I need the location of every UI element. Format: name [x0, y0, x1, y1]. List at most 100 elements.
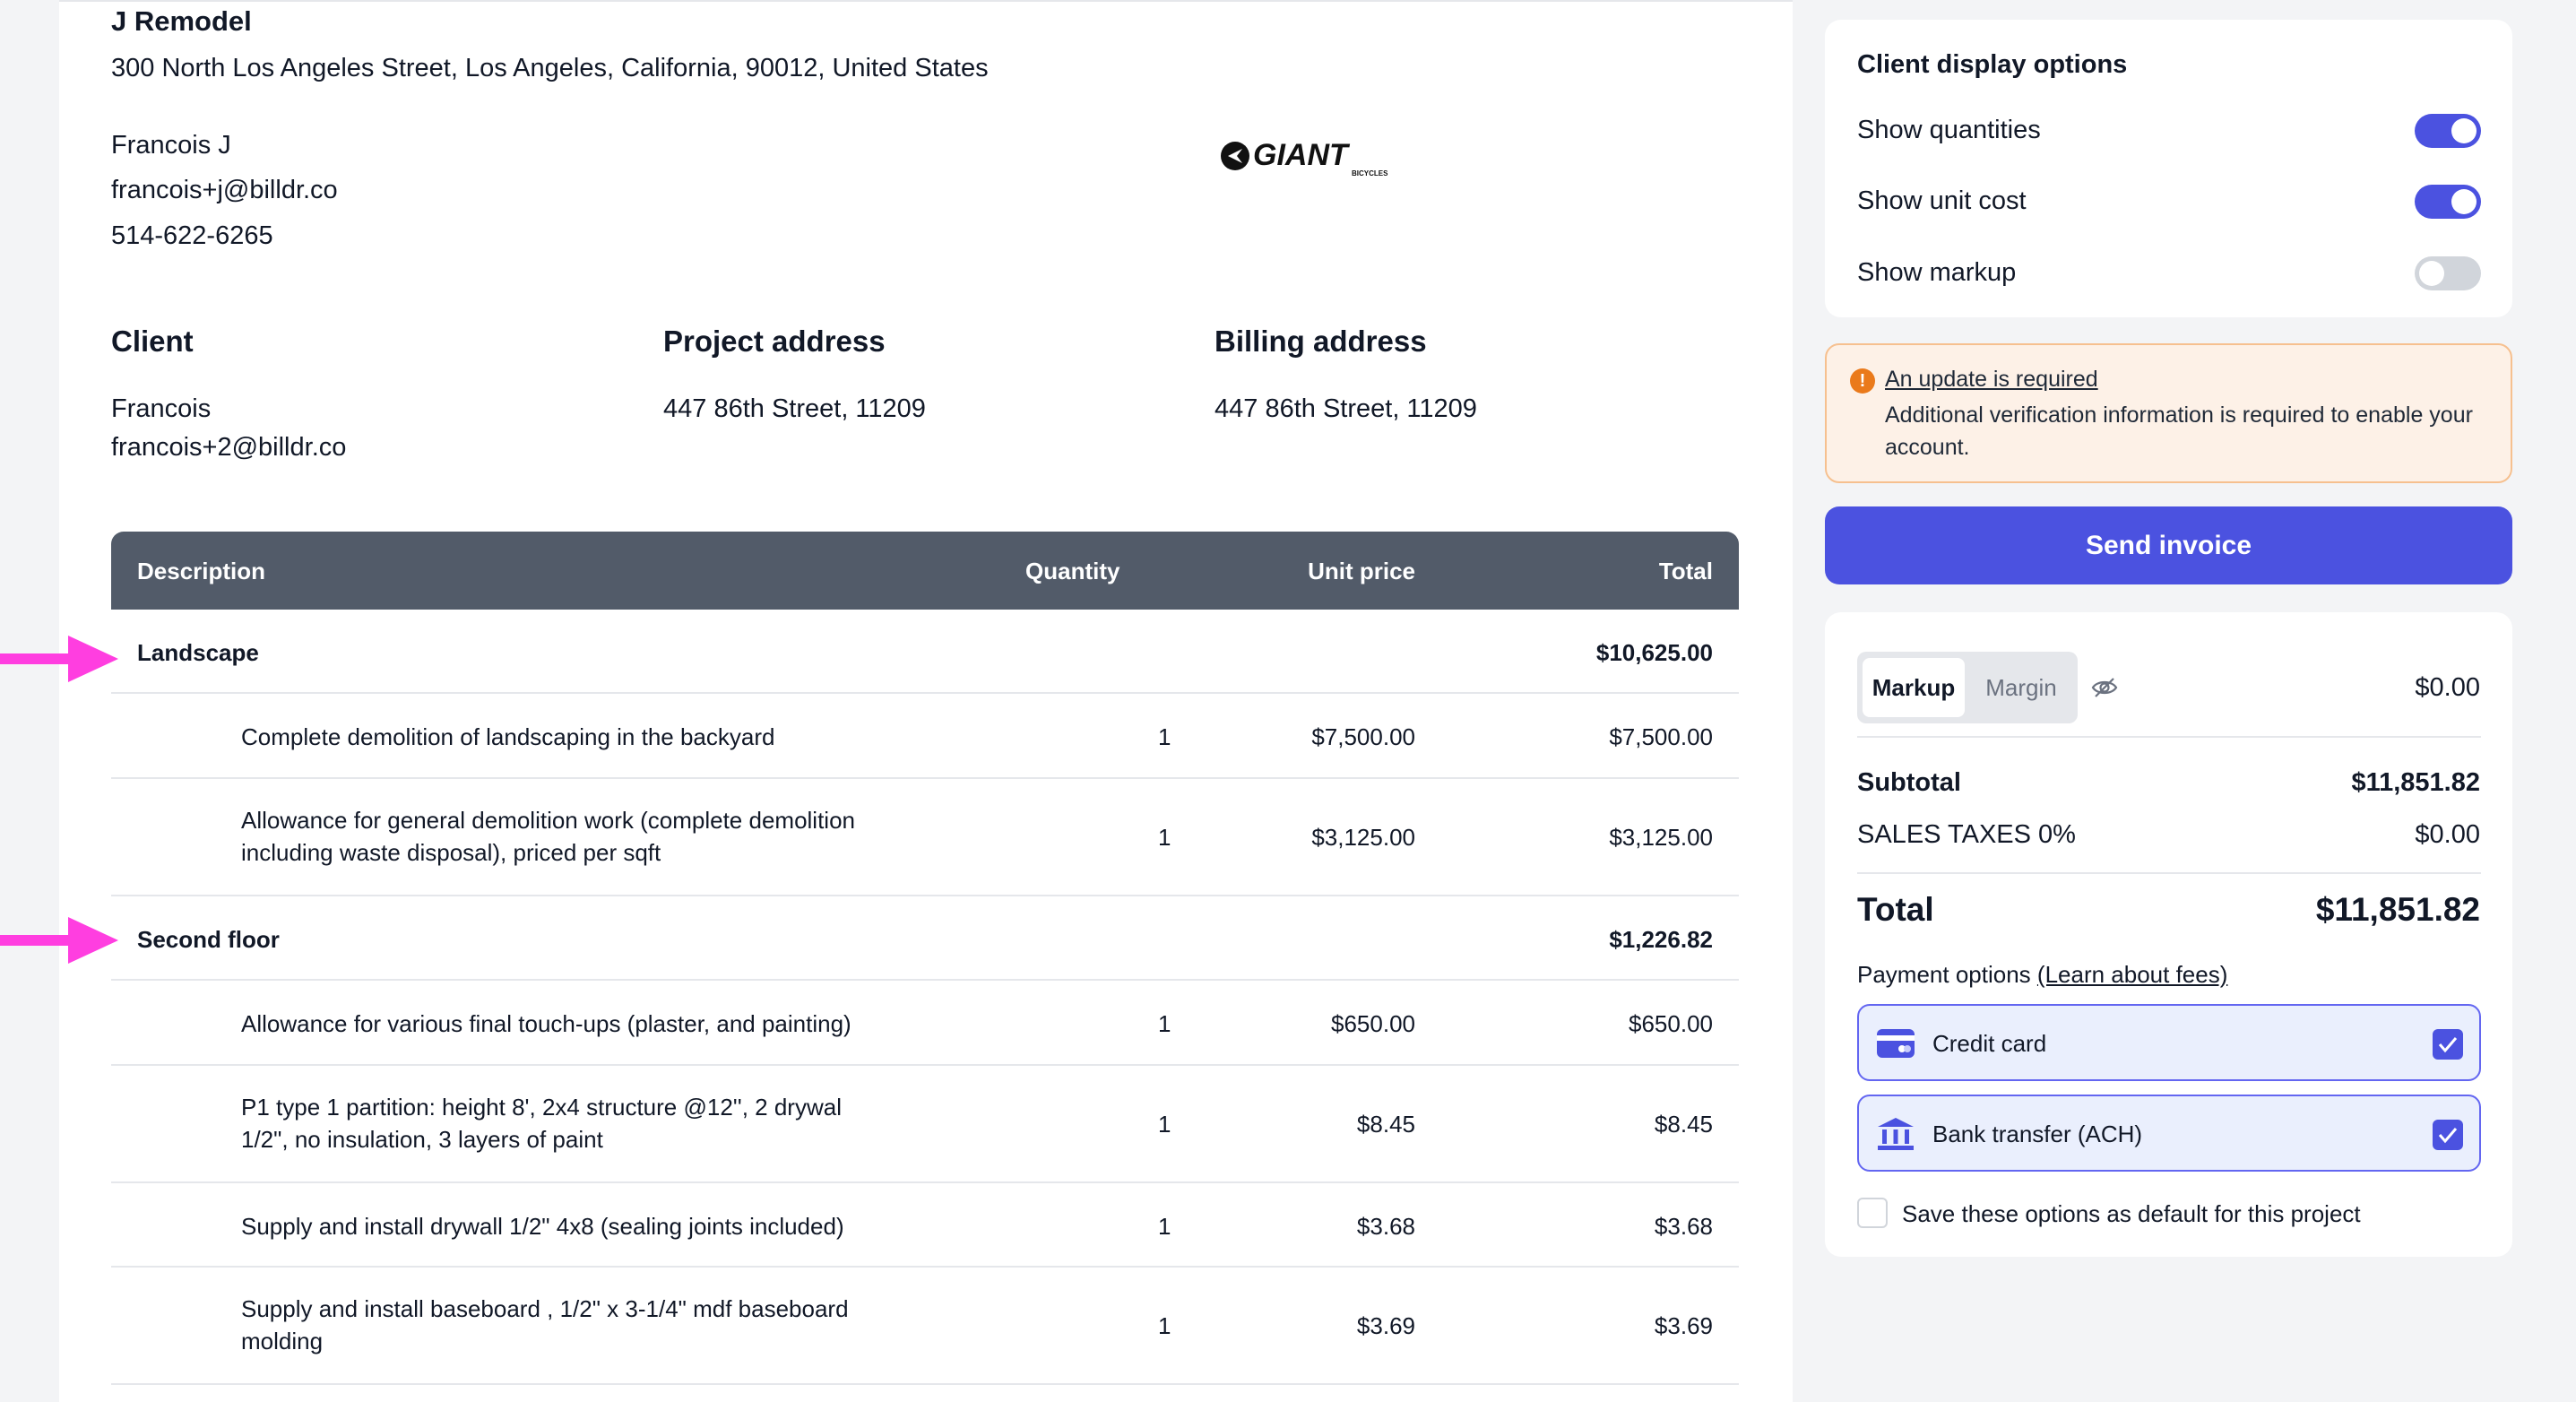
item-total: $8.45 [1654, 1111, 1713, 1138]
check-icon [2438, 1037, 2458, 1053]
alert-message: Additional verification information is r… [1885, 402, 2473, 460]
bank-transfer-checkbox[interactable] [2433, 1120, 2463, 1150]
item-quantity: 1 [1158, 1312, 1171, 1339]
table-header: Description Quantity Unit price Total [111, 532, 1739, 610]
svg-text:BICYCLES: BICYCLES [1352, 169, 1388, 177]
item-unit-price: $3.68 [1356, 1213, 1415, 1240]
line-items-table: Description Quantity Unit price Total La… [111, 532, 1739, 1385]
total-label: Total [1857, 891, 1934, 928]
client-display-options-card: Client display options Show quantities S… [1825, 20, 2512, 317]
item-total: $3.69 [1654, 1312, 1713, 1339]
table-row[interactable]: Supply and install drywall 1/2" 4x8 (sea… [111, 1183, 1739, 1268]
markup-value: $0.00 [2415, 673, 2480, 702]
item-quantity: 1 [1158, 1111, 1171, 1138]
item-description: Allowance for various final touch-ups (p… [241, 1010, 851, 1037]
item-description: Supply and install drywall 1/2" 4x8 (sea… [241, 1213, 844, 1240]
item-total: $3,125.00 [1609, 824, 1713, 851]
item-total: $7,500.00 [1609, 723, 1713, 750]
check-icon [2438, 1128, 2458, 1144]
item-unit-price: $3,125.00 [1311, 824, 1415, 851]
col-total: Total [1658, 558, 1713, 584]
svg-text:GIANT: GIANT [1253, 138, 1351, 172]
sales-tax-value: $0.00 [2415, 820, 2480, 849]
invoice-document: J Remodel 300 North Los Angeles Street, … [59, 0, 1793, 1402]
bank-transfer-option[interactable]: Bank transfer (ACH) [1857, 1095, 2481, 1172]
save-default-label: Save these options as default for this p… [1902, 1200, 2361, 1227]
item-description: Complete demolition of landscaping in th… [241, 723, 775, 750]
total-value: $11,851.82 [2315, 891, 2480, 928]
item-description-line2: 1/2", no insulation, 3 layers of paint [241, 1126, 603, 1153]
item-description-line2: including waste disposal), priced per sq… [241, 839, 661, 866]
company-phone: 514-622-6265 [111, 221, 273, 250]
item-total: $650.00 [1629, 1010, 1713, 1037]
project-address-value: 447 86th Street, 11209 [663, 394, 926, 423]
markup-tab[interactable]: Markup [1863, 658, 1965, 717]
company-email: francois+j@billdr.co [111, 176, 338, 204]
item-unit-price: $650.00 [1331, 1010, 1415, 1037]
markup-margin-toggle: Markup Margin [1857, 652, 2078, 723]
company-address: 300 North Los Angeles Street, Los Angele… [111, 54, 989, 82]
table-row[interactable]: Supply and install baseboard , 1/2" x 3-… [111, 1268, 1739, 1385]
invoice-summary-card: Markup Margin $0.00 Subtotal $11,851.82 … [1825, 612, 2512, 1257]
margin-tab[interactable]: Margin [1970, 658, 2072, 717]
display-options-title: Client display options [1857, 50, 2128, 79]
subtotal-label: Subtotal [1857, 768, 1961, 797]
save-default-checkbox[interactable] [1857, 1198, 1888, 1228]
col-description: Description [137, 558, 266, 584]
table-row-group[interactable]: Second floor $1,226.82 [111, 896, 1739, 981]
table-row[interactable]: Allowance for various final touch-ups (p… [111, 981, 1739, 1066]
company-contact-name: Francois J [111, 131, 231, 160]
show-quantities-label: Show quantities [1857, 116, 2041, 144]
group-name: Second floor [137, 926, 280, 953]
eye-off-icon[interactable] [2090, 673, 2119, 702]
item-description-line1: Allowance for general demolition work (c… [241, 807, 856, 834]
sales-tax-label: SALES TAXES 0% [1857, 820, 2076, 849]
bank-icon [1878, 1118, 1914, 1150]
group-total: $1,226.82 [1609, 926, 1713, 953]
send-invoice-button[interactable]: Send invoice [1825, 506, 2512, 584]
exclamation-icon: ! [1850, 368, 1875, 394]
learn-about-fees-link[interactable]: (Learn about fees) [2037, 961, 2227, 988]
table-row[interactable]: Complete demolition of landscaping in th… [111, 694, 1739, 779]
billing-address-heading: Billing address [1215, 325, 1427, 358]
show-quantities-toggle[interactable] [2415, 114, 2481, 148]
show-unit-cost-label: Show unit cost [1857, 186, 2027, 215]
item-description-line2: molding [241, 1328, 324, 1354]
item-quantity: 1 [1158, 824, 1171, 851]
col-unit-price: Unit price [1308, 558, 1415, 584]
item-description-line1: P1 type 1 partition: height 8', 2x4 stru… [241, 1094, 842, 1121]
company-name: J Remodel [111, 5, 252, 37]
show-markup-label: Show markup [1857, 258, 2017, 287]
col-quantity: Quantity [1025, 558, 1120, 584]
subtotal-value: $11,851.82 [2351, 768, 2480, 797]
group-total: $10,625.00 [1595, 639, 1713, 666]
item-description-line1: Supply and install baseboard , 1/2" x 3-… [241, 1295, 849, 1322]
bank-transfer-label: Bank transfer (ACH) [1932, 1121, 2143, 1147]
credit-card-checkbox[interactable] [2433, 1029, 2463, 1060]
annotation-arrow-icon [0, 917, 118, 964]
payment-options-label: Payment options (Learn about fees) [1857, 961, 2228, 988]
client-heading: Client [111, 325, 194, 358]
company-logo: GIANT BICYCLES [1221, 138, 1388, 177]
item-unit-price: $8.45 [1356, 1111, 1415, 1138]
item-quantity: 1 [1158, 1213, 1171, 1240]
item-quantity: 1 [1158, 723, 1171, 750]
credit-card-label: Credit card [1932, 1030, 2047, 1057]
group-name: Landscape [137, 639, 259, 666]
show-markup-toggle[interactable] [2415, 256, 2481, 290]
client-name: Francois [111, 394, 212, 423]
project-address-heading: Project address [663, 325, 886, 358]
show-unit-cost-toggle[interactable] [2415, 185, 2481, 219]
update-required-link[interactable]: An update is required [1885, 367, 2098, 393]
table-row[interactable]: Allowance for general demolition work (c… [111, 779, 1739, 896]
table-row-group[interactable]: Landscape $10,625.00 [111, 610, 1739, 694]
billing-address-value: 447 86th Street, 11209 [1215, 394, 1477, 423]
item-quantity: 1 [1158, 1010, 1171, 1037]
annotation-arrow-icon [0, 636, 118, 682]
item-total: $3.68 [1654, 1213, 1713, 1240]
item-unit-price: $3.69 [1356, 1312, 1415, 1339]
credit-card-icon [1877, 1029, 1915, 1058]
table-row[interactable]: P1 type 1 partition: height 8', 2x4 stru… [111, 1066, 1739, 1183]
credit-card-option[interactable]: Credit card [1857, 1004, 2481, 1081]
client-email: francois+2@billdr.co [111, 433, 347, 462]
